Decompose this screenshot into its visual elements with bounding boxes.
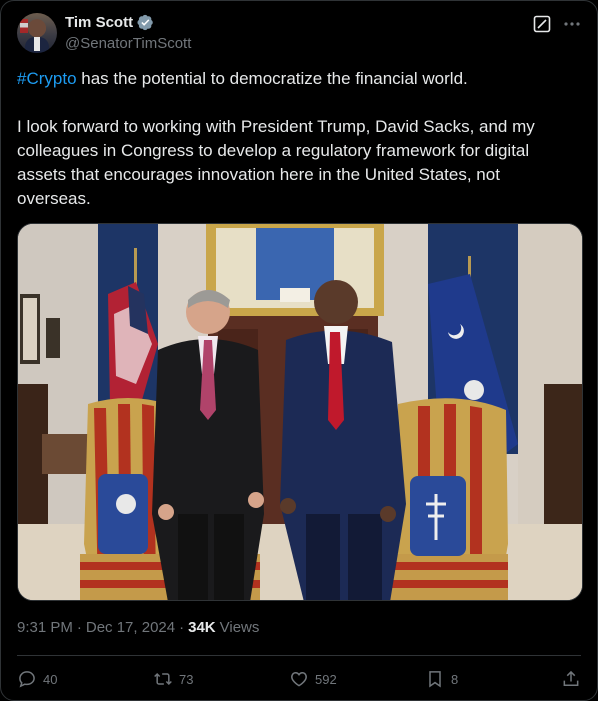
meta-separator: · bbox=[76, 619, 82, 636]
verified-badge-icon bbox=[137, 14, 153, 31]
header-icons bbox=[533, 15, 581, 33]
divider bbox=[17, 655, 581, 656]
repost-count: 73 bbox=[179, 671, 194, 687]
author-name-row: Tim Scott bbox=[65, 14, 154, 31]
share-button[interactable] bbox=[561, 669, 581, 689]
bookmark-icon bbox=[429, 671, 441, 688]
reply-icon bbox=[19, 671, 35, 688]
tweet-paragraph-1: #Crypto has the potential to democratize… bbox=[17, 67, 577, 91]
views-label: Views bbox=[219, 619, 260, 636]
tweet-time[interactable]: 9:31 PM bbox=[17, 619, 73, 636]
like-count: 592 bbox=[315, 671, 337, 687]
like-icon bbox=[291, 671, 307, 687]
tweet-meta: 9:31 PM · Dec 17, 2024 · 34K Views bbox=[17, 619, 259, 636]
tweet-card: Tim Scott @SenatorTimScott #Crypto has t… bbox=[0, 0, 598, 701]
tweet-date[interactable]: Dec 17, 2024 bbox=[86, 619, 175, 636]
bookmark-count: 8 bbox=[451, 671, 459, 687]
more-icon[interactable] bbox=[563, 15, 581, 33]
share-icon bbox=[563, 670, 579, 686]
reply-count: 40 bbox=[43, 671, 58, 687]
grok-edit-icon[interactable] bbox=[533, 15, 551, 33]
bookmark-button[interactable]: 8 bbox=[425, 669, 549, 689]
tweet-line-1: has the potential to democratize the fin… bbox=[76, 69, 468, 88]
like-button[interactable]: 592 bbox=[289, 669, 413, 689]
repost-button[interactable]: 73 bbox=[153, 669, 277, 689]
views-count: 34K bbox=[188, 619, 216, 636]
author-name[interactable]: Tim Scott bbox=[65, 14, 133, 31]
avatar-shirt bbox=[34, 37, 40, 51]
tweet-text: #Crypto has the potential to democratize… bbox=[17, 67, 577, 211]
photo-illustration bbox=[18, 224, 582, 600]
author-handle[interactable]: @SenatorTimScott bbox=[65, 35, 191, 52]
action-bar: 40 73 592 8 bbox=[17, 665, 581, 693]
avatar[interactable] bbox=[17, 13, 57, 53]
repost-icon bbox=[154, 672, 172, 686]
hashtag-link[interactable]: #Crypto bbox=[17, 69, 77, 88]
tweet-photo[interactable] bbox=[17, 223, 583, 601]
tweet-header: Tim Scott @SenatorTimScott bbox=[17, 13, 581, 57]
meta-separator-2: · bbox=[179, 619, 185, 636]
reply-button[interactable]: 40 bbox=[17, 669, 141, 689]
tweet-paragraph-2: I look forward to working with President… bbox=[17, 117, 535, 208]
avatar-flag bbox=[20, 19, 28, 33]
